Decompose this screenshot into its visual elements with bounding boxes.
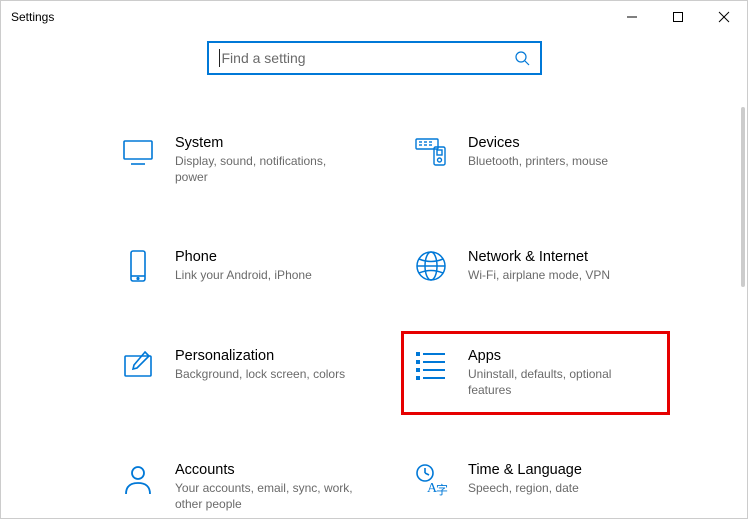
phone-icon (121, 249, 155, 283)
category-desc: Bluetooth, printers, mouse (468, 153, 608, 169)
category-text: Time & Language Speech, region, date (468, 462, 582, 496)
text-cursor (219, 49, 220, 67)
network-icon (414, 249, 448, 283)
personalization-icon (121, 348, 155, 382)
category-desc: Background, lock screen, colors (175, 366, 345, 382)
categories-grid: System Display, sound, notifications, po… (1, 75, 747, 522)
category-system[interactable]: System Display, sound, notifications, po… (111, 125, 374, 195)
category-text: Personalization Background, lock screen,… (175, 348, 345, 382)
category-text: Accounts Your accounts, email, sync, wor… (175, 462, 355, 512)
category-desc: Uninstall, defaults, optional features (468, 366, 648, 398)
category-title: Devices (468, 135, 608, 151)
category-devices[interactable]: Devices Bluetooth, printers, mouse (404, 125, 667, 195)
search-placeholder: Find a setting (222, 50, 514, 66)
svg-text:字: 字 (436, 482, 448, 496)
search-icon (514, 50, 530, 66)
category-accounts[interactable]: Accounts Your accounts, email, sync, wor… (111, 452, 374, 522)
category-text: System Display, sound, notifications, po… (175, 135, 355, 185)
category-title: Time & Language (468, 462, 582, 478)
devices-icon (414, 135, 448, 169)
category-title: System (175, 135, 355, 151)
category-text: Network & Internet Wi-Fi, airplane mode,… (468, 249, 610, 283)
window-controls (609, 1, 747, 33)
category-text: Phone Link your Android, iPhone (175, 249, 312, 283)
time-language-icon: A 字 (414, 462, 448, 496)
minimize-button[interactable] (609, 1, 655, 33)
category-personalization[interactable]: Personalization Background, lock screen,… (111, 338, 374, 408)
close-button[interactable] (701, 1, 747, 33)
category-phone[interactable]: Phone Link your Android, iPhone (111, 239, 374, 293)
category-title: Apps (468, 348, 648, 364)
category-desc: Display, sound, notifications, power (175, 153, 355, 185)
category-desc: Link your Android, iPhone (175, 267, 312, 283)
category-title: Phone (175, 249, 312, 265)
search-container: Find a setting (1, 41, 747, 75)
category-apps[interactable]: Apps Uninstall, defaults, optional featu… (401, 331, 670, 415)
category-text: Devices Bluetooth, printers, mouse (468, 135, 608, 169)
category-time-language[interactable]: A 字 Time & Language Speech, region, date (404, 452, 667, 522)
accounts-icon (121, 462, 155, 496)
category-desc: Wi-Fi, airplane mode, VPN (468, 267, 610, 283)
maximize-button[interactable] (655, 1, 701, 33)
system-icon (121, 135, 155, 169)
scrollbar[interactable] (741, 107, 745, 287)
category-network[interactable]: Network & Internet Wi-Fi, airplane mode,… (404, 239, 667, 293)
category-desc: Speech, region, date (468, 480, 582, 496)
window-title: Settings (11, 10, 54, 24)
category-title: Personalization (175, 348, 345, 364)
category-desc: Your accounts, email, sync, work, other … (175, 480, 355, 512)
category-title: Network & Internet (468, 249, 610, 265)
category-text: Apps Uninstall, defaults, optional featu… (468, 348, 648, 398)
category-title: Accounts (175, 462, 355, 478)
apps-icon (414, 348, 448, 382)
search-input[interactable]: Find a setting (207, 41, 542, 75)
